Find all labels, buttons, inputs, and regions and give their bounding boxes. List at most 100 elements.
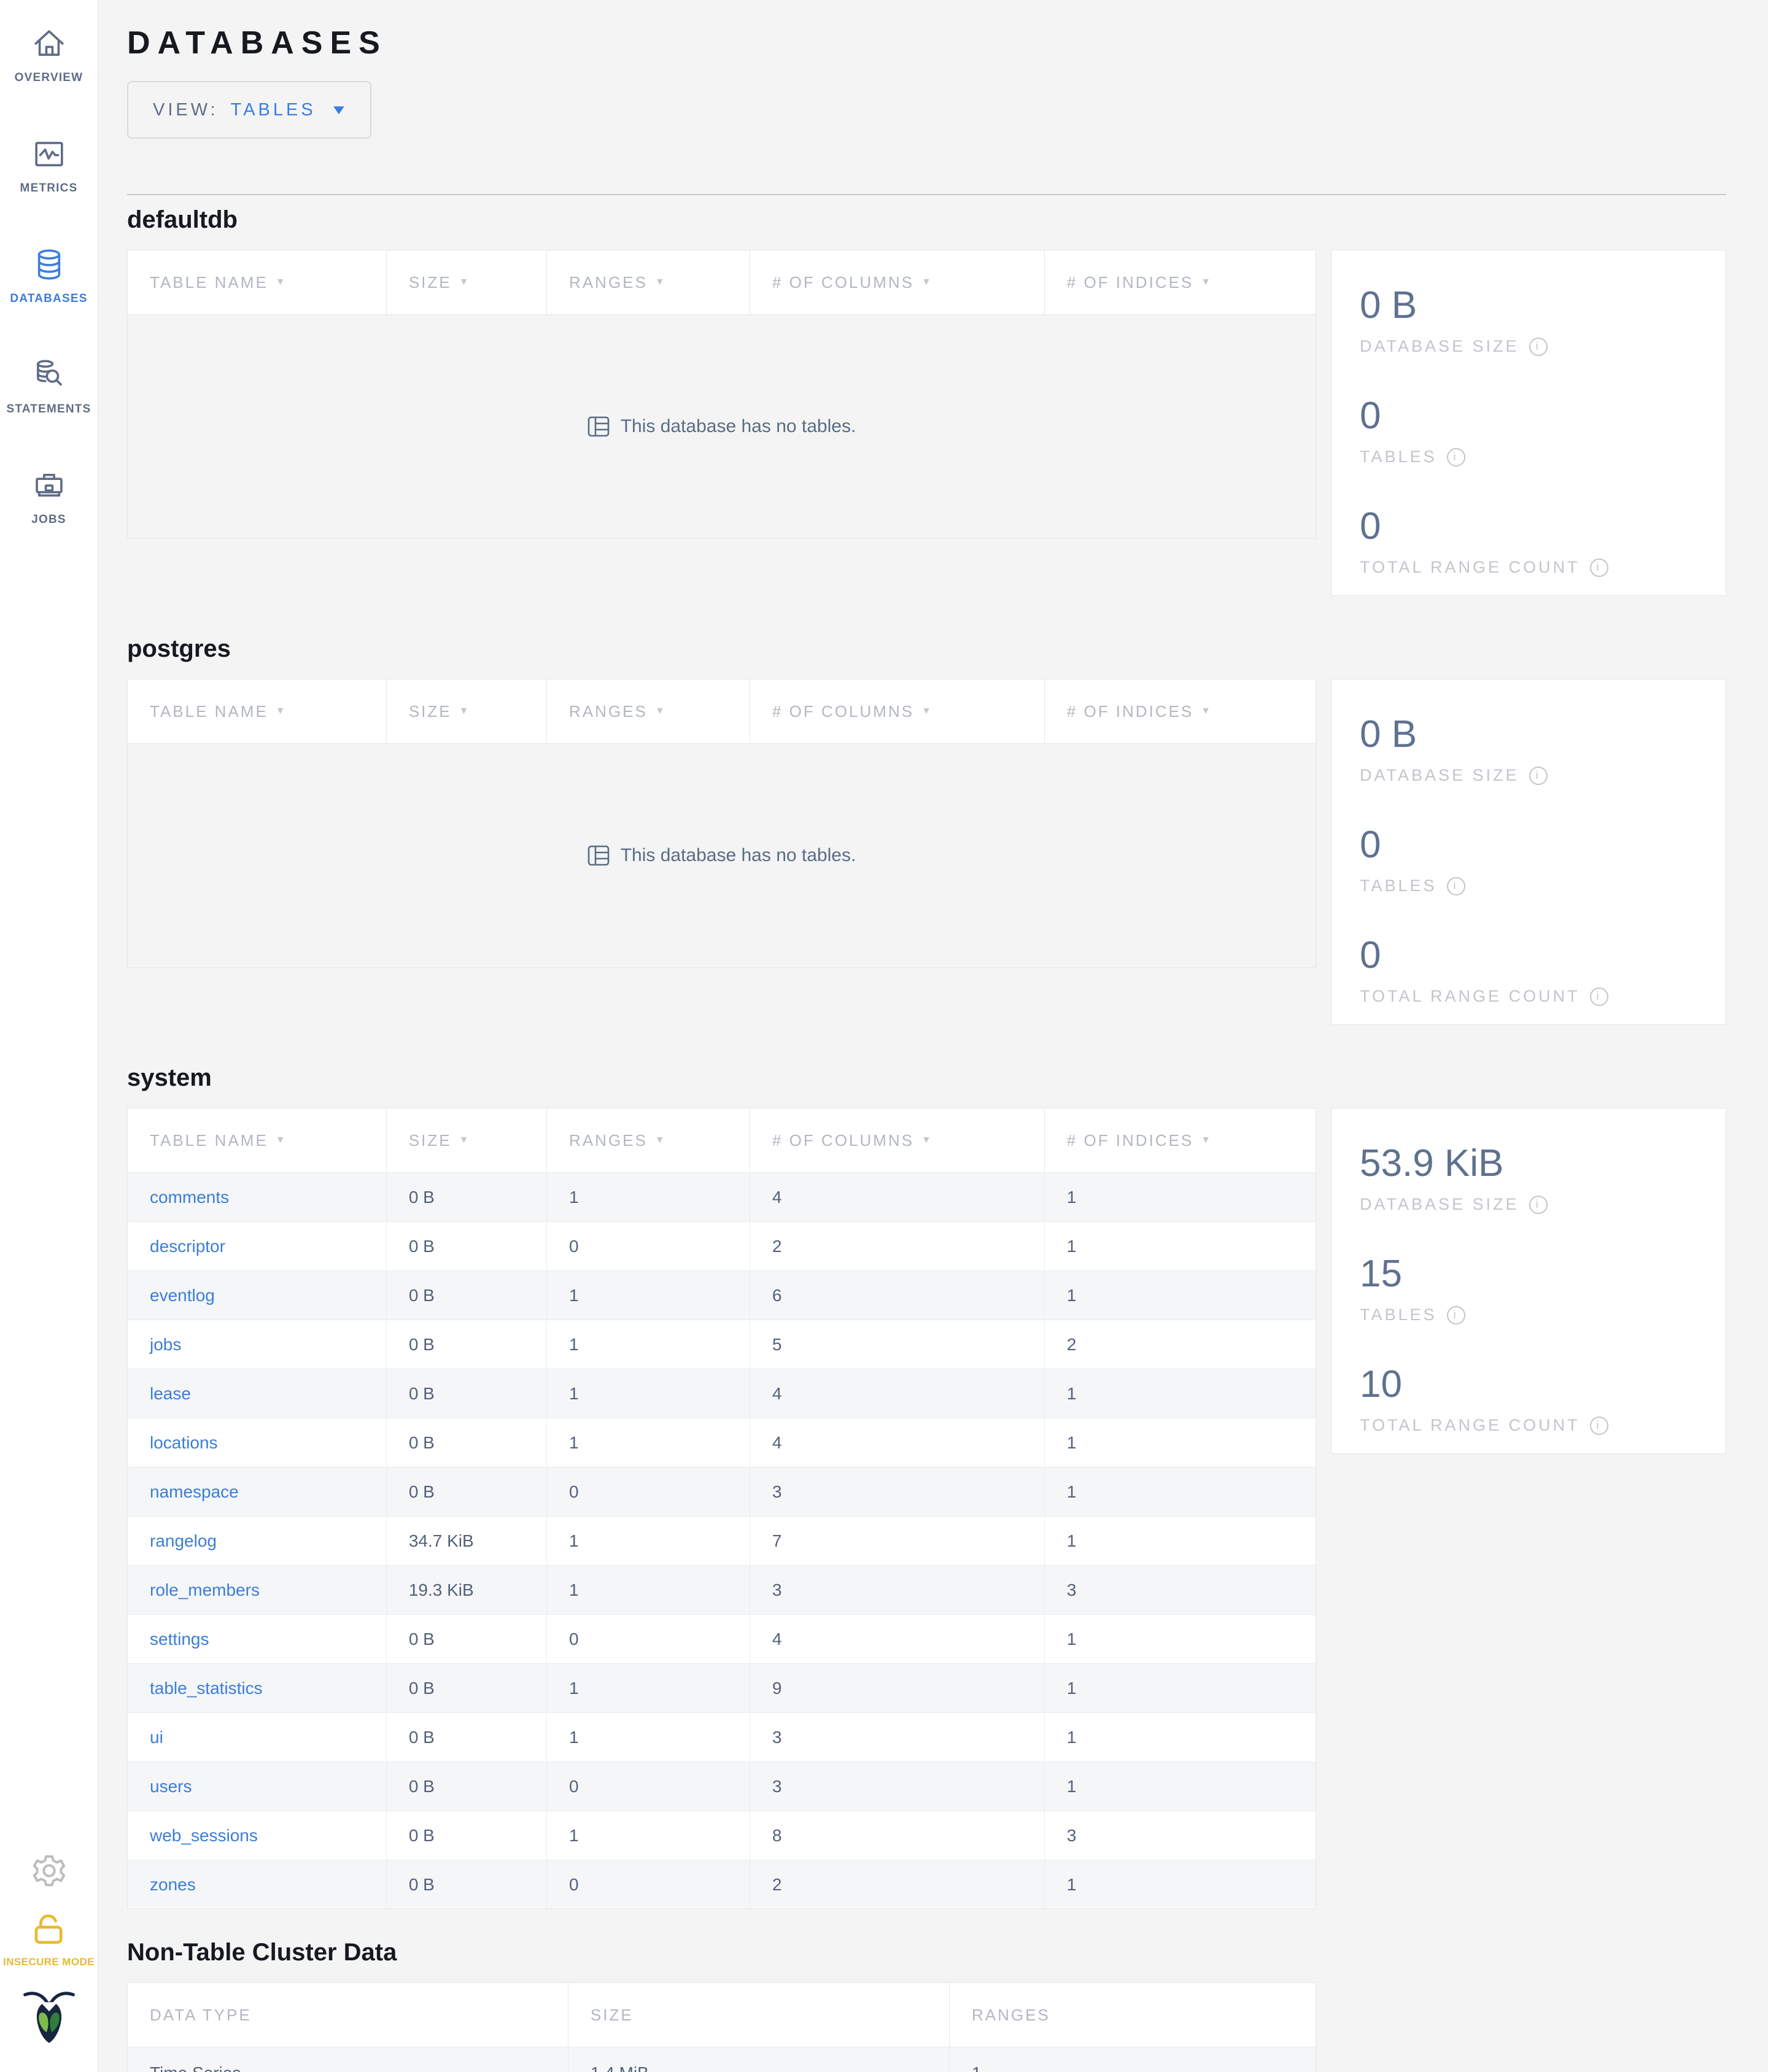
column-header-columns[interactable]: # OF COLUMNS ▼ bbox=[750, 1108, 1045, 1172]
cell-columns: 2 bbox=[750, 1860, 1045, 1909]
info-icon[interactable]: i bbox=[1446, 1305, 1465, 1324]
non-table-cluster-data-section: Non-Table Cluster Data DATA TYPE SIZE RA… bbox=[127, 1939, 1726, 2072]
table-name-link[interactable]: web_sessions bbox=[150, 1826, 258, 1846]
view-selector-dropdown[interactable]: VIEW: TABLES ▼ bbox=[127, 81, 371, 139]
insecure-lock-icon[interactable] bbox=[29, 1910, 69, 1949]
briefcase-icon bbox=[31, 468, 67, 503]
settings-gear-icon[interactable] bbox=[30, 1852, 68, 1893]
table-name-link[interactable]: locations bbox=[150, 1433, 218, 1453]
table-name-link[interactable]: jobs bbox=[150, 1335, 181, 1355]
table-name-link[interactable]: namespace bbox=[150, 1482, 239, 1502]
cell-ranges: 1 bbox=[547, 1713, 750, 1761]
cell-ranges: 1 bbox=[547, 1320, 750, 1369]
table-name-link[interactable]: rangelog bbox=[150, 1531, 217, 1551]
table-name-link[interactable]: settings bbox=[150, 1629, 209, 1649]
database-icon bbox=[31, 247, 67, 282]
cell-columns: 9 bbox=[750, 1664, 1045, 1712]
sort-arrow-icon: ▼ bbox=[921, 706, 933, 716]
cell-columns: 3 bbox=[750, 1713, 1045, 1761]
table-name-link[interactable]: lease bbox=[150, 1384, 191, 1404]
info-icon[interactable]: i bbox=[1589, 558, 1608, 577]
cell-indices: 1 bbox=[1066, 1236, 1077, 1256]
table-name-link[interactable]: role_members bbox=[150, 1580, 260, 1600]
column-header-table-name[interactable]: TABLE NAME ▼ bbox=[128, 679, 387, 743]
cell-indices: 3 bbox=[1066, 1580, 1077, 1599]
column-header-size[interactable]: SIZE ▼ bbox=[387, 250, 548, 314]
info-icon[interactable]: i bbox=[1589, 1416, 1608, 1435]
cell-columns: 2 bbox=[750, 1222, 1045, 1270]
cell-columns: 3 bbox=[750, 1467, 1045, 1516]
main-content: DATABASES VIEW: TABLES ▼ defaultdb TABLE… bbox=[98, 0, 1768, 2072]
sort-arrow-icon: ▼ bbox=[459, 706, 471, 716]
info-icon[interactable]: i bbox=[1529, 766, 1548, 785]
cell-columns: 3 bbox=[750, 1762, 1045, 1811]
info-icon[interactable]: i bbox=[1589, 987, 1608, 1006]
cell-indices: 1 bbox=[1066, 1187, 1077, 1207]
stat-total-range-count: 0 TOTAL RANGE COUNT i bbox=[1360, 504, 1707, 577]
column-header-columns[interactable]: # OF COLUMNS ▼ bbox=[750, 250, 1045, 314]
cell-indices: 1 bbox=[1066, 1432, 1077, 1452]
stat-tables: 0 TABLES i bbox=[1360, 823, 1707, 895]
cell-ranges: 0 bbox=[547, 1615, 750, 1663]
column-header-columns[interactable]: # OF COLUMNS ▼ bbox=[750, 679, 1045, 743]
cell-size: 1.4 MiB bbox=[568, 2047, 950, 2072]
cell-ranges: 1 bbox=[547, 1811, 750, 1860]
info-icon[interactable]: i bbox=[1446, 447, 1465, 466]
table-name-link[interactable]: zones bbox=[150, 1875, 196, 1895]
table-row: comments 0 B 1 4 1 bbox=[128, 1172, 1316, 1221]
sidebar-item-jobs[interactable]: JOBS bbox=[0, 468, 98, 527]
table-header-row: TABLE NAME ▼ SIZE ▼ RANGES ▼ # OF COLUMNS ▼ … bbox=[128, 679, 1316, 743]
stat-value: 15 bbox=[1360, 1253, 1402, 1295]
cell-ranges: 1 bbox=[547, 1517, 750, 1565]
table-header-row: DATA TYPE SIZE RANGES bbox=[128, 1983, 1316, 2047]
sort-arrow-icon: ▼ bbox=[654, 1135, 667, 1145]
column-header-table-name[interactable]: TABLE NAME ▼ bbox=[128, 1108, 387, 1172]
table-row: lease 0 B 1 4 1 bbox=[128, 1369, 1316, 1418]
table-grid-icon bbox=[587, 845, 610, 867]
sidebar-item-overview[interactable]: OVERVIEW bbox=[0, 26, 98, 85]
cell-columns: 7 bbox=[750, 1517, 1045, 1565]
column-header-table-name[interactable]: TABLE NAME ▼ bbox=[128, 250, 387, 314]
sort-arrow-icon: ▼ bbox=[459, 1135, 471, 1145]
sort-arrow-icon: ▼ bbox=[1201, 277, 1213, 287]
page-title: DATABASES bbox=[127, 25, 387, 61]
column-header-size[interactable]: SIZE ▼ bbox=[387, 679, 548, 743]
column-header-indices[interactable]: # OF INDICES ▼ bbox=[1045, 250, 1316, 314]
table-name-link[interactable]: comments bbox=[150, 1188, 229, 1207]
table-name-link[interactable]: table_statistics bbox=[150, 1679, 263, 1698]
cell-size: 0 B bbox=[387, 1762, 548, 1811]
cell-size: 0 B bbox=[387, 1320, 548, 1369]
stat-value: 0 bbox=[1360, 934, 1381, 976]
info-icon[interactable]: i bbox=[1529, 1195, 1548, 1214]
table-name-link[interactable]: eventlog bbox=[150, 1286, 215, 1305]
cell-size: 0 B bbox=[387, 1173, 548, 1221]
column-header-ranges[interactable]: RANGES ▼ bbox=[547, 1108, 750, 1172]
sidebar-item-databases[interactable]: DATABASES bbox=[0, 247, 98, 306]
column-header-indices[interactable]: # OF INDICES ▼ bbox=[1045, 679, 1316, 743]
view-selector-label: VIEW: bbox=[153, 99, 219, 120]
table-name-link[interactable]: users bbox=[150, 1777, 192, 1796]
stat-value: 10 bbox=[1360, 1363, 1402, 1405]
column-header-ranges[interactable]: RANGES ▼ bbox=[547, 679, 750, 743]
column-header-size[interactable]: SIZE ▼ bbox=[387, 1108, 548, 1172]
stat-tables: 15 TABLES i bbox=[1360, 1252, 1707, 1324]
stat-total-range-count: 10 TOTAL RANGE COUNT i bbox=[1360, 1363, 1707, 1435]
table-name-link[interactable]: descriptor bbox=[150, 1237, 225, 1256]
cell-size: 0 B bbox=[387, 1222, 548, 1270]
sort-arrow-icon: ▼ bbox=[921, 1135, 933, 1145]
column-header-indices[interactable]: # OF INDICES ▼ bbox=[1045, 1108, 1316, 1172]
info-icon[interactable]: i bbox=[1529, 337, 1548, 356]
sidebar-item-metrics[interactable]: METRICS bbox=[0, 136, 98, 195]
sidebar-item-statements[interactable]: STATEMENTS bbox=[0, 357, 98, 416]
cell-columns: 5 bbox=[750, 1320, 1045, 1369]
stat-label: TOTAL RANGE COUNT bbox=[1360, 1416, 1580, 1434]
view-selector-value: TABLES bbox=[230, 99, 316, 120]
column-header-ranges[interactable]: RANGES ▼ bbox=[547, 250, 750, 314]
cell-ranges: 1 bbox=[547, 1271, 750, 1320]
info-icon[interactable]: i bbox=[1446, 876, 1465, 895]
stat-tables: 0 TABLES i bbox=[1360, 394, 1707, 466]
sidebar-item-label: JOBS bbox=[31, 513, 66, 526]
sidebar-item-label: STATEMENTS bbox=[6, 403, 91, 416]
empty-table-message: This database has no tables. bbox=[620, 416, 856, 436]
table-name-link[interactable]: ui bbox=[150, 1728, 163, 1747]
